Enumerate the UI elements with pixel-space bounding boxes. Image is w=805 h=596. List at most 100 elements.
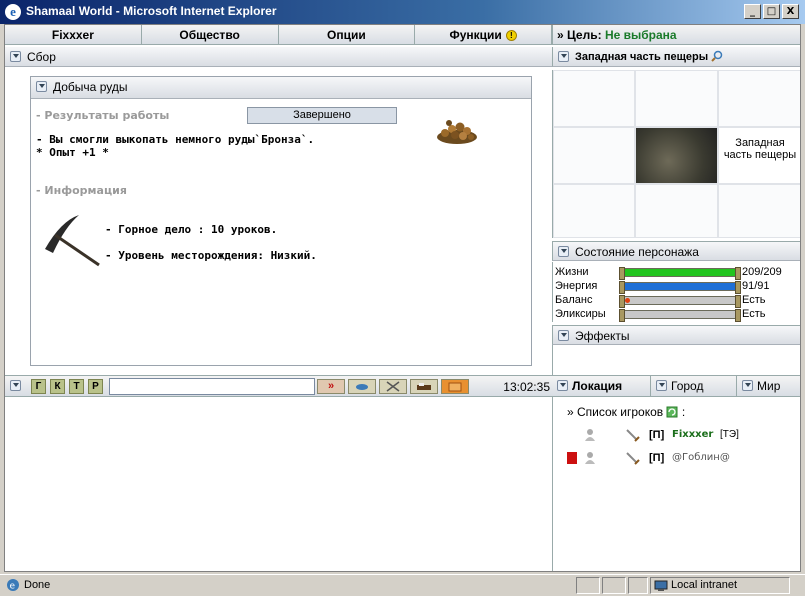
status-pane xyxy=(576,577,600,594)
balance-bar xyxy=(619,295,741,308)
player-row[interactable]: [П] @Гоблин@ xyxy=(563,451,793,467)
stat-row-health: Жизни 209/209 xyxy=(555,266,799,280)
player-tag: [П] xyxy=(649,452,665,464)
map-cell[interactable] xyxy=(553,184,635,238)
map-cell[interactable] xyxy=(718,184,800,238)
sword-icon xyxy=(626,452,640,465)
players-header-label: » Список игроков xyxy=(567,405,664,419)
stat-value: Есть xyxy=(742,294,766,306)
map-cell[interactable] xyxy=(635,184,718,238)
collapse-icon[interactable] xyxy=(558,51,569,62)
smiley-icon[interactable] xyxy=(348,379,376,394)
map-cell-current: Западная часть пещеры xyxy=(718,127,800,184)
gather-title: Сбор xyxy=(27,50,56,64)
chest-icon[interactable] xyxy=(441,379,469,394)
stat-row-elixirs: Эликсиры Есть xyxy=(555,308,799,322)
player-silhouette-icon xyxy=(585,429,595,441)
stat-value: 91/91 xyxy=(742,280,770,292)
location-header[interactable]: Западная часть пещеры xyxy=(552,47,800,67)
players-panel: » Список игроков : [П] Fixxxer [ТЭ] [П] … xyxy=(552,397,800,571)
tab-location[interactable]: Локация xyxy=(552,376,651,396)
status-pane xyxy=(602,577,626,594)
ore-pile-icon xyxy=(437,120,477,144)
tab-world[interactable]: Мир xyxy=(737,376,800,396)
result-line-1: - Вы смогли выкопать немного руды`Бронза… xyxy=(36,133,315,146)
send-icon[interactable]: » xyxy=(317,379,345,394)
mining-title: Добыча руды xyxy=(53,80,128,94)
collapse-icon[interactable] xyxy=(558,246,569,257)
menu-item-functions[interactable]: Функции! xyxy=(415,25,552,44)
stat-row-energy: Энергия 91/91 xyxy=(555,280,799,294)
zone-text: Local intranet xyxy=(671,579,738,591)
player-tag: [П] xyxy=(649,429,665,441)
stat-value: 209/209 xyxy=(742,266,782,278)
stat-label: Эликсиры xyxy=(555,308,606,320)
swords-icon[interactable] xyxy=(379,379,407,394)
location-map: Западная часть пещеры xyxy=(552,70,800,238)
chat-input[interactable] xyxy=(109,378,315,395)
stat-label: Энергия xyxy=(555,280,598,292)
browser-content: Fixxxer Общество Опции Функции! » Цель: … xyxy=(4,24,801,572)
zone-pane: Local intranet xyxy=(650,577,790,594)
health-bar-fill xyxy=(624,269,736,276)
minimize-button[interactable]: _ xyxy=(744,4,761,19)
collapse-icon[interactable] xyxy=(10,51,21,62)
tab-city[interactable]: Город xyxy=(651,376,737,396)
tab-icon xyxy=(742,380,753,391)
location-title: Западная часть пещеры xyxy=(575,51,709,63)
menu-item-options[interactable]: Опции xyxy=(279,25,416,44)
maximize-button[interactable]: □ xyxy=(763,4,780,19)
player-name[interactable]: Fixxxer xyxy=(672,429,713,440)
close-button[interactable]: X xyxy=(782,4,799,19)
player-row[interactable]: [П] Fixxxer [ТЭ] xyxy=(563,428,793,444)
map-cell[interactable] xyxy=(718,70,800,127)
menu-item-character[interactable]: Fixxxer xyxy=(5,25,142,44)
players-header: » Список игроков : xyxy=(567,405,686,419)
stat-label: Жизни xyxy=(555,266,589,278)
goal-value[interactable]: Не выбрана xyxy=(605,28,677,42)
map-cell[interactable] xyxy=(553,70,635,127)
map-cell[interactable] xyxy=(635,70,718,127)
menu-item-society[interactable]: Общество xyxy=(142,25,279,44)
tab-icon xyxy=(656,380,667,391)
goal-bar: » Цель: Не выбрана xyxy=(552,25,800,45)
stat-label: Баланс xyxy=(555,294,593,306)
skill-text: - Горное дело : 10 уроков. xyxy=(105,223,278,236)
collapse-icon[interactable] xyxy=(36,81,47,92)
gather-header[interactable]: Сбор xyxy=(5,47,552,67)
chat-clan-button[interactable]: К xyxy=(50,379,65,394)
chat-private-button[interactable]: Р xyxy=(88,379,103,394)
window-title: Shamaal World - Microsoft Internet Explo… xyxy=(26,4,277,18)
map-cell[interactable] xyxy=(553,127,635,184)
warning-icon: ! xyxy=(505,30,517,41)
stat-value: Есть xyxy=(742,308,766,320)
player-name[interactable]: @Гоблин@ xyxy=(672,452,730,463)
sword-icon xyxy=(626,429,640,442)
chat-trade-button[interactable]: Т xyxy=(69,379,84,394)
mining-panel: Добыча руды - Результаты работы Завершен… xyxy=(30,76,532,366)
collapse-icon[interactable] xyxy=(558,330,569,341)
ie-logo-icon: e xyxy=(5,4,21,20)
health-bar xyxy=(619,267,741,280)
svg-text:e: e xyxy=(10,582,16,592)
result-line-2: * Опыт +1 * xyxy=(36,146,109,159)
effects-header[interactable]: Эффекты xyxy=(552,325,800,345)
player-silhouette-icon xyxy=(585,452,595,464)
bed-icon[interactable] xyxy=(410,379,438,394)
mining-header[interactable]: Добыча руды xyxy=(31,77,531,99)
energy-bar-fill xyxy=(624,283,736,290)
elixirs-bar xyxy=(619,309,741,322)
location-tabs: Локация Город Мир xyxy=(552,375,800,397)
magnifier-icon[interactable] xyxy=(711,50,723,62)
status-badge: Завершено xyxy=(247,107,397,124)
menu-label: Fixxxer xyxy=(51,28,94,42)
effects-title: Эффекты xyxy=(575,329,630,343)
window-titlebar: e Shamaal World - Microsoft Internet Exp… xyxy=(0,0,805,24)
info-label: - Информация xyxy=(36,184,127,197)
collapse-icon[interactable] xyxy=(10,380,21,391)
tab-label: Мир xyxy=(757,379,781,393)
status-header[interactable]: Состояние персонажа xyxy=(552,241,800,261)
menu-label: Функции xyxy=(449,28,502,42)
chat-global-button[interactable]: Г xyxy=(31,379,46,394)
refresh-icon[interactable] xyxy=(666,406,678,418)
